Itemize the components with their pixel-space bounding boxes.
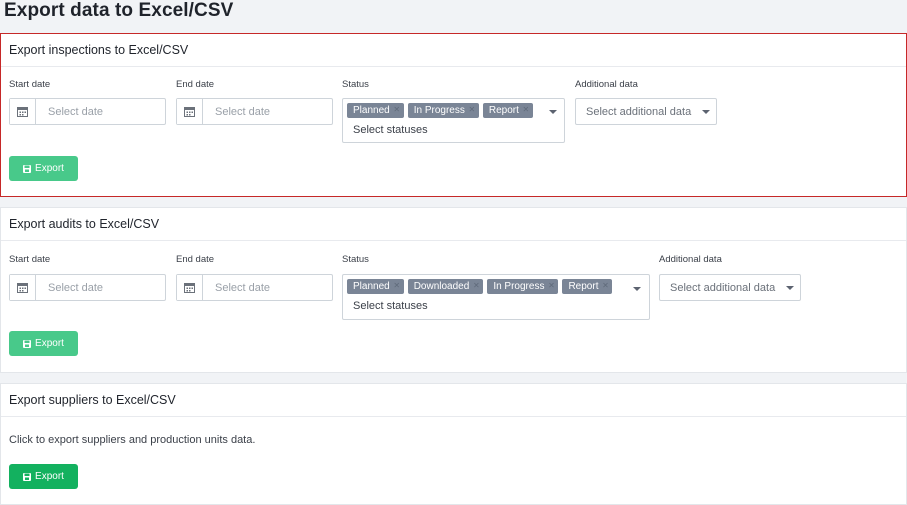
start-date-picker[interactable]: Select date — [9, 98, 166, 125]
start-date-label: Start date — [9, 254, 51, 265]
status-chip[interactable]: Planned ✕ — [347, 103, 404, 118]
status-chip-label: Planned — [353, 281, 390, 292]
start-date-input[interactable]: Select date — [36, 99, 165, 124]
status-chip[interactable]: In Progress ✕ — [487, 279, 559, 294]
additional-data-placeholder: Select additional data — [586, 105, 692, 118]
end-date-input[interactable]: Select date — [203, 275, 332, 300]
export-audits-button[interactable]: Export — [9, 331, 78, 356]
export-button-label: Export — [35, 338, 64, 349]
card-title: Export audits to Excel/CSV — [1, 208, 906, 241]
end-date-picker[interactable]: Select date — [176, 274, 333, 301]
end-date-input[interactable]: Select date — [203, 99, 332, 124]
status-label: Status — [342, 254, 369, 265]
additional-data-select[interactable]: Select additional data — [575, 98, 717, 125]
remove-icon[interactable]: ✕ — [468, 106, 476, 114]
export-button-label: Export — [35, 163, 64, 174]
status-chip[interactable]: In Progress ✕ — [407, 103, 479, 118]
status-multiselect[interactable]: Planned ✕ In Progress ✕ Report ✕ Select sta… — [342, 98, 565, 143]
calendar-icon[interactable] — [10, 99, 36, 124]
calendar-icon[interactable] — [177, 99, 203, 124]
remove-icon[interactable]: ✕ — [522, 106, 530, 114]
remove-icon[interactable]: ✕ — [601, 282, 609, 290]
remove-icon[interactable]: ✕ — [547, 282, 555, 290]
additional-data-select[interactable]: Select additional data — [659, 274, 801, 301]
page-title: Export data to Excel/CSV — [4, 0, 234, 21]
start-date-label: Start date — [9, 79, 51, 90]
status-label: Status — [342, 79, 369, 90]
suppliers-export-card: Export suppliers to Excel/CSV Click to e… — [0, 383, 907, 505]
start-date-picker[interactable]: Select date — [9, 274, 166, 301]
save-icon — [23, 339, 32, 348]
end-date-picker[interactable]: Select date — [176, 98, 333, 125]
status-chip-label: Report — [568, 281, 599, 292]
save-icon — [23, 472, 32, 481]
remove-icon[interactable]: ✕ — [393, 282, 401, 290]
export-suppliers-button[interactable]: Export — [9, 464, 78, 489]
status-chip-label: In Progress — [413, 105, 465, 116]
suppliers-description: Click to export suppliers and production… — [9, 434, 256, 446]
additional-data-label: Additional data — [575, 79, 638, 90]
status-chip-label: Report — [488, 105, 519, 116]
status-chip[interactable]: Downloaded ✕ — [407, 279, 484, 294]
additional-data-label: Additional data — [659, 254, 722, 265]
export-button-label: Export — [35, 471, 64, 482]
inspections-export-card: Export inspections to Excel/CSV Start da… — [0, 33, 907, 197]
end-date-label: End date — [176, 79, 215, 90]
chevron-down-icon[interactable] — [549, 110, 557, 114]
start-date-input[interactable]: Select date — [36, 275, 165, 300]
chevron-down-icon[interactable] — [786, 286, 794, 290]
calendar-icon[interactable] — [10, 275, 36, 300]
end-date-label: End date — [176, 254, 215, 265]
status-chip[interactable]: Planned ✕ — [347, 279, 404, 294]
additional-data-placeholder: Select additional data — [670, 281, 776, 294]
status-chip[interactable]: Report ✕ — [562, 279, 613, 294]
chevron-down-icon[interactable] — [633, 287, 641, 291]
status-chip-label: Downloaded — [413, 281, 470, 292]
calendar-icon[interactable] — [177, 275, 203, 300]
remove-icon[interactable]: ✕ — [393, 106, 401, 114]
export-inspections-button[interactable]: Export — [9, 156, 78, 181]
status-chip-label: In Progress — [493, 281, 545, 292]
card-title: Export inspections to Excel/CSV — [1, 34, 906, 67]
status-search-input[interactable]: Select statuses — [353, 300, 428, 312]
status-multiselect[interactable]: Planned ✕ Downloaded ✕ In Progress ✕ Report… — [342, 274, 650, 320]
remove-icon[interactable]: ✕ — [472, 282, 480, 290]
status-chip[interactable]: Report ✕ — [482, 103, 533, 118]
save-icon — [23, 164, 32, 173]
status-search-input[interactable]: Select statuses — [353, 124, 428, 136]
card-title: Export suppliers to Excel/CSV — [1, 384, 906, 417]
chevron-down-icon[interactable] — [702, 110, 710, 114]
audits-export-card: Export audits to Excel/CSV Start date Se… — [0, 207, 907, 373]
status-chip-label: Planned — [353, 105, 390, 116]
